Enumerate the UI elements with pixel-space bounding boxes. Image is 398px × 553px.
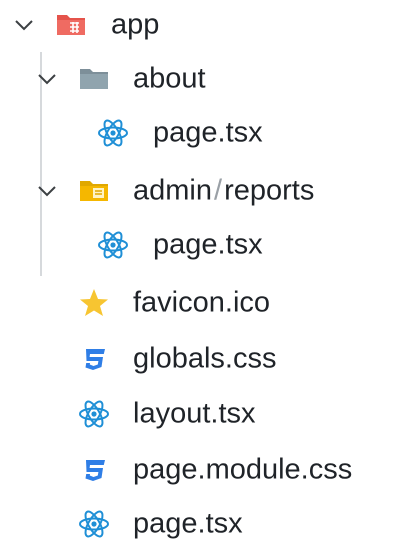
chevron-down-icon[interactable] — [13, 14, 35, 36]
chevron-down-icon[interactable] — [36, 68, 58, 90]
tree-label-about-page: page.tsx — [153, 116, 263, 149]
react-icon — [97, 117, 129, 149]
tree-label-admin-reports: admin/reports — [133, 174, 315, 207]
folder-app-icon — [55, 9, 87, 41]
tree-label-reports: reports — [224, 174, 315, 207]
tree-row-admin-reports-folder[interactable]: admin/reports — [0, 162, 398, 220]
tree-row-globals-css-file[interactable]: globals.css — [0, 330, 398, 388]
chevron-down-icon[interactable] — [36, 180, 58, 202]
tree-row-app-folder[interactable]: app — [0, 0, 398, 54]
react-icon — [78, 398, 110, 430]
folder-icon — [78, 63, 110, 95]
tree-label-app: app — [111, 8, 160, 41]
tree-label-about: about — [133, 62, 206, 95]
tree-row-admin-page-file[interactable]: page.tsx — [0, 216, 398, 274]
star-icon — [78, 287, 110, 319]
tree-label-admin: admin — [133, 174, 212, 207]
tree-label-admin-page: page.tsx — [153, 228, 263, 261]
css-icon — [78, 454, 110, 486]
tree-row-page-file[interactable]: page.tsx — [0, 495, 398, 553]
path-separator: / — [214, 174, 223, 207]
tree-row-favicon-file[interactable]: favicon.ico — [0, 274, 398, 332]
tree-row-page-module-css-file[interactable]: page.module.css — [0, 441, 398, 499]
tree-row-layout-file[interactable]: layout.tsx — [0, 385, 398, 443]
folder-admin-icon — [78, 175, 110, 207]
tree-label-layout: layout.tsx — [133, 397, 256, 430]
tree-label-page: page.tsx — [133, 507, 243, 540]
react-icon — [78, 508, 110, 540]
tree-label-globals: globals.css — [133, 342, 277, 375]
tree-label-page-module: page.module.css — [133, 453, 353, 486]
tree-row-about-page-file[interactable]: page.tsx — [0, 104, 398, 162]
tree-label-favicon: favicon.ico — [133, 286, 271, 319]
react-icon — [97, 229, 129, 261]
tree-row-about-folder[interactable]: about — [0, 50, 398, 108]
file-explorer-tree: app about page.tsx admin/reports page.ts… — [0, 0, 398, 545]
css-icon — [78, 343, 110, 375]
